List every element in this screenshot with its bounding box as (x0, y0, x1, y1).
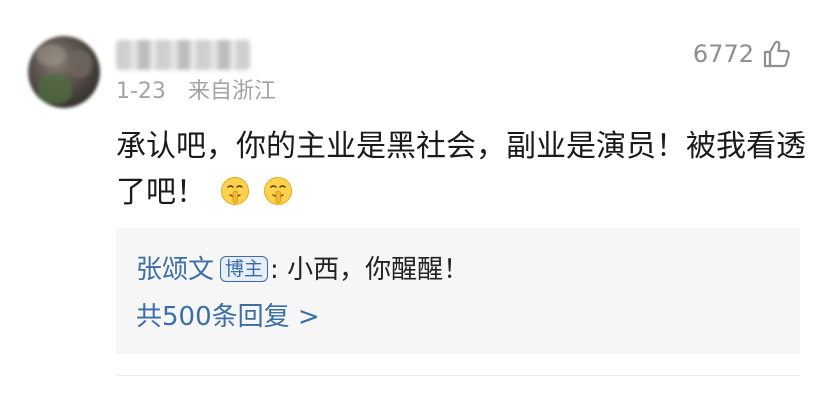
comment-meta: 1-23 来自浙江 (116, 78, 276, 106)
thumbs-up-icon (763, 40, 790, 68)
comment-item: 1-23 来自浙江 6772 承认吧，你的主业是黑社会，副业是演员！被我看透了吧！… (0, 0, 828, 400)
reply-preview[interactable]: 张颂文 博主: 小西，你醒醒！ 共500条回复 > (116, 228, 800, 354)
shushing-face-icon (264, 177, 293, 205)
divider (116, 375, 800, 376)
reply-author-link[interactable]: 张颂文 (136, 255, 214, 285)
shushing-face-icon (220, 177, 249, 205)
reply-item[interactable]: 张颂文 博主: 小西，你醒醒！ (136, 252, 780, 288)
reply-text: 小西，你醒醒！ (287, 255, 470, 285)
view-all-replies-link[interactable]: 共500条回复 > (136, 300, 780, 334)
reply-separator: : (270, 255, 288, 285)
comment-date: 1-23 (116, 79, 166, 104)
like-button[interactable]: 6772 (693, 38, 792, 70)
author-badge: 博主 (220, 256, 269, 282)
like-count: 6772 (692, 40, 754, 68)
comment-text: 承认吧，你的主业是黑社会，副业是演员！被我看透了吧！ (116, 124, 806, 216)
comment-location: 来自浙江 (187, 79, 276, 104)
username-blurred[interactable] (116, 40, 250, 70)
avatar[interactable] (28, 36, 100, 108)
